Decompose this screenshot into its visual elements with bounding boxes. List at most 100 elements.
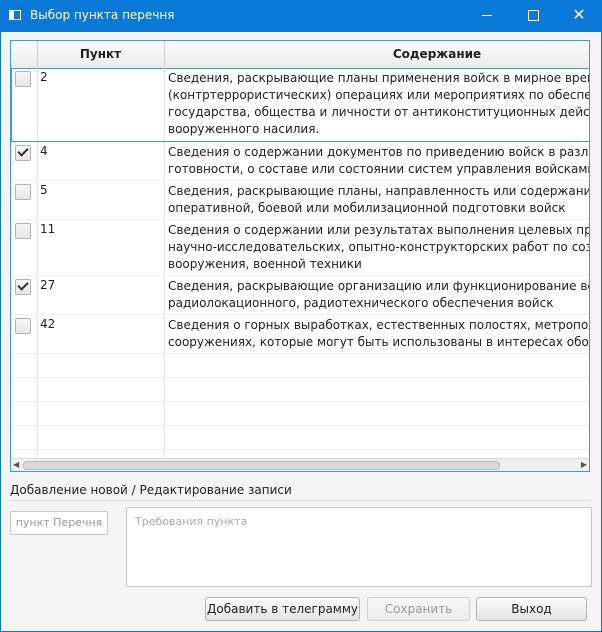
row-content-line: государства, общества и личности от анти… (168, 105, 590, 119)
title-bar: Выбор пункта перечня ✕ (0, 0, 602, 32)
empty-cell (37, 354, 165, 377)
empty-row (11, 378, 589, 402)
table-row[interactable]: 5 Сведения, раскрывающие планы, направлен… (11, 181, 589, 220)
row-content: Сведения о содержании или результатах вы… (168, 222, 589, 273)
row-content-line: Сведения, раскрывающие организацию или ф… (168, 279, 589, 293)
section-title: Добавление новой / Редактирование записи (10, 483, 292, 497)
row-content: Сведения о содержании документов по прив… (168, 144, 590, 178)
table-row[interactable]: 4 Сведения о содержании документов по при… (11, 142, 590, 181)
requirements-placeholder: Требования пункта (135, 515, 248, 528)
save-button[interactable]: Сохранить (367, 597, 470, 621)
empty-cell (164, 354, 589, 377)
row-content-line: готовности, о составе или состоянии сист… (168, 162, 590, 176)
row-content: Сведения, раскрывающие планы применения … (168, 70, 590, 138)
row-content-line: вооружения, военной техники (168, 257, 362, 271)
empty-cell (164, 402, 589, 425)
row-content-cell: Сведения, раскрывающие планы применения … (164, 68, 590, 141)
empty-cell (164, 378, 589, 401)
row-content: Сведения, раскрывающие планы, направленн… (168, 183, 589, 217)
empty-cell (11, 402, 38, 425)
window-title: Выбор пункта перечня (30, 8, 175, 22)
row-num-cell: 4 (37, 142, 165, 180)
add-to-telegram-button[interactable]: Добавить в телеграмму (205, 597, 360, 621)
row-num-cell: 11 (37, 220, 165, 275)
row-number: 42 (40, 317, 56, 331)
divider (10, 500, 590, 501)
row-number: 5 (40, 183, 48, 197)
empty-cell (37, 426, 165, 449)
empty-cell (11, 378, 38, 401)
items-table[interactable]: Пункт Содержание 2 Сведения, раскрывающие… (10, 40, 590, 472)
row-number: 4 (40, 144, 48, 158)
row-content-line: вооруженного насилия. (168, 122, 320, 136)
row-content-line: радиолокационного, радиотехнического обе… (168, 296, 554, 310)
table-row[interactable]: 42 Сведения о горных выработках, естестве… (11, 315, 589, 354)
row-content-cell: Сведения о содержании документов по прив… (164, 142, 590, 180)
row-content-line: Сведения о содержании документов по прив… (168, 145, 589, 159)
punkt-input[interactable]: пункт Перечня (10, 511, 108, 535)
row-number: 27 (40, 278, 56, 292)
table-row[interactable]: 2 Сведения, раскрывающие планы применения… (11, 68, 590, 142)
minimize-icon (482, 15, 492, 16)
scroll-right-icon[interactable]: ▶ (581, 460, 587, 469)
maximize-icon (527, 10, 539, 21)
row-num-cell: 27 (37, 276, 165, 314)
exit-button[interactable]: Выход (476, 597, 587, 621)
row-content-line: сооружениях, которые могут быть использо… (168, 335, 589, 349)
close-button[interactable]: ✕ (556, 0, 602, 32)
row-content-cell: Сведения о содержании или результатах вы… (164, 220, 589, 275)
requirements-textarea[interactable]: Требования пункта (126, 507, 592, 587)
scroll-left-icon[interactable]: ◀ (13, 460, 19, 469)
row-check-cell (11, 220, 38, 275)
close-icon: ✕ (572, 5, 586, 24)
row-check-cell (11, 68, 38, 141)
row-check-cell (11, 181, 38, 219)
row-check-cell (11, 315, 38, 353)
row-number: 2 (40, 70, 48, 84)
empty-row (11, 402, 589, 426)
column-header-punkt[interactable]: Пункт (37, 41, 165, 68)
empty-cell (37, 378, 165, 401)
empty-cell (37, 402, 165, 425)
table-row[interactable]: 11 Сведения о содержании или результатах … (11, 220, 589, 276)
scrollbar-thumb[interactable] (23, 461, 500, 470)
row-content-line: (контртеррористических) операциях или ме… (168, 88, 589, 102)
row-check-cell (11, 142, 38, 180)
row-content-line: оперативной, боевой или мобилизационной … (168, 201, 566, 215)
table-header: Пункт Содержание (11, 41, 589, 69)
row-check-cell (11, 276, 38, 314)
minimize-button[interactable] (464, 0, 510, 32)
row-content: Сведения, раскрывающие организацию или ф… (168, 278, 589, 312)
row-checkbox[interactable] (15, 279, 31, 295)
empty-cell (11, 354, 38, 377)
row-content-cell: Сведения, раскрывающие планы, направленн… (164, 181, 589, 219)
row-num-cell: 2 (37, 68, 165, 141)
empty-cell (11, 426, 38, 449)
row-content-cell: Сведения о горных выработках, естественн… (164, 315, 589, 353)
column-header-check[interactable] (11, 41, 38, 68)
column-header-content[interactable]: Содержание (164, 41, 589, 68)
row-content-line: Сведения о содержании или результатах вы… (168, 223, 589, 237)
table-body: 2 Сведения, раскрывающие планы применения… (11, 68, 590, 471)
row-checkbox[interactable] (15, 71, 31, 87)
empty-cell (164, 426, 589, 449)
horizontal-scrollbar[interactable]: ◀ ▶ (11, 458, 589, 471)
empty-row (11, 426, 589, 450)
row-checkbox[interactable] (15, 223, 31, 239)
row-content-line: Сведения, раскрывающие планы применения … (168, 71, 589, 85)
row-content-line: Сведения, раскрывающие планы, направленн… (168, 184, 589, 198)
maximize-button[interactable] (510, 0, 556, 32)
row-checkbox[interactable] (15, 318, 31, 334)
row-checkbox[interactable] (15, 184, 31, 200)
app-icon (9, 10, 21, 20)
row-content-line: Сведения о горных выработках, естественн… (168, 318, 589, 332)
row-num-cell: 5 (37, 181, 165, 219)
row-num-cell: 42 (37, 315, 165, 353)
row-content-cell: Сведения, раскрывающие организацию или ф… (164, 276, 589, 314)
table-row[interactable]: 27 Сведения, раскрывающие организацию или… (11, 276, 589, 315)
empty-row (11, 354, 589, 378)
row-checkbox[interactable] (15, 145, 31, 161)
row-content: Сведения о горных выработках, естественн… (168, 317, 589, 351)
row-number: 11 (40, 222, 56, 236)
row-content-line: научно-исследовательских, опытно-констру… (168, 240, 589, 254)
